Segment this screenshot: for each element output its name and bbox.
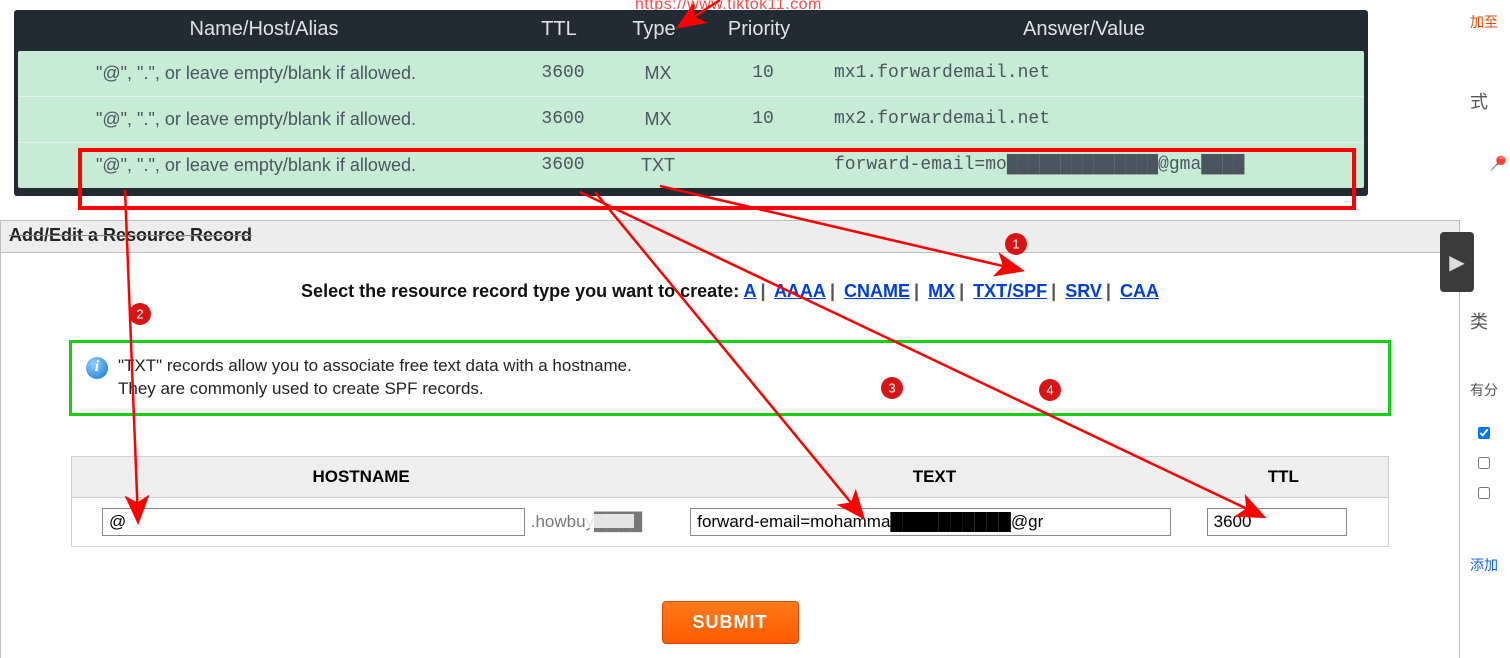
- col-header-name: Name/Host/Alias: [14, 10, 514, 51]
- table-row: "@", ".", or leave empty/blank if allowe…: [18, 142, 1364, 188]
- cell-priority: 10: [708, 51, 818, 96]
- form-header-ttl: TTL: [1179, 457, 1388, 497]
- cell-ttl: 3600: [518, 143, 608, 188]
- cell-answer: forward-email=mo██████████████@gma████: [818, 143, 1358, 188]
- cell-type: MX: [608, 97, 708, 142]
- dns-reference-body: "@", ".", or leave empty/blank if allowe…: [18, 51, 1364, 188]
- txt-info-text: "TXT" records allow you to associate fre…: [118, 355, 632, 401]
- gutter-frag: 加至: [1470, 12, 1498, 32]
- col-header-answer: Answer/Value: [814, 10, 1354, 51]
- cell-name: "@", ".", or leave empty/blank if allowe…: [18, 143, 518, 188]
- gutter-frag: 有分: [1470, 380, 1498, 400]
- hostname-input[interactable]: [102, 508, 525, 536]
- cell-name: "@", ".", or leave empty/blank if allowe…: [18, 51, 518, 96]
- record-type-prompt: Select the resource record type you want…: [301, 281, 739, 301]
- ttl-input[interactable]: [1207, 508, 1347, 536]
- record-type-txtspf[interactable]: TXT/SPF: [973, 281, 1047, 301]
- gutter-frag: 式: [1470, 88, 1488, 114]
- cell-priority: 10: [708, 97, 818, 142]
- cell-ttl: 3600: [518, 51, 608, 96]
- record-type-selector: Select the resource record type you want…: [1, 281, 1459, 302]
- hostname-suffix: .howbuy████: [531, 512, 643, 532]
- form-header-text: TEXT: [650, 457, 1178, 497]
- side-expand-button[interactable]: ▶: [1440, 232, 1474, 292]
- dns-reference-header: Name/Host/Alias TTL Type Priority Answer…: [14, 10, 1368, 51]
- gutter-frag: 类: [1470, 308, 1488, 334]
- record-type-a[interactable]: A: [744, 281, 757, 301]
- table-row: "@", ".", or leave empty/blank if allowe…: [18, 51, 1364, 96]
- col-header-priority: Priority: [704, 10, 814, 51]
- gutter-checkbox[interactable]: [1478, 427, 1490, 439]
- record-type-caa[interactable]: CAA: [1120, 281, 1159, 301]
- col-header-type: Type: [604, 10, 704, 51]
- txt-info-box: "TXT" records allow you to associate fre…: [69, 340, 1391, 416]
- cell-type: TXT: [608, 143, 708, 188]
- pin-icon[interactable]: 📍: [1482, 149, 1510, 180]
- record-type-aaaa[interactable]: AAAA: [774, 281, 826, 301]
- panel-title: Add/Edit a Resource Record: [1, 221, 1459, 253]
- text-input[interactable]: [690, 508, 1170, 536]
- dns-reference-card: Name/Host/Alias TTL Type Priority Answer…: [14, 10, 1368, 196]
- table-row: "@", ".", or leave empty/blank if allowe…: [18, 96, 1364, 142]
- cell-ttl: 3600: [518, 97, 608, 142]
- cell-answer: mx2.forwardemail.net: [818, 97, 1358, 142]
- col-header-ttl: TTL: [514, 10, 604, 51]
- gutter-checkbox[interactable]: [1478, 457, 1490, 469]
- record-type-cname[interactable]: CNAME: [844, 281, 910, 301]
- record-form-table: HOSTNAME TEXT TTL .howbuy████: [71, 456, 1389, 547]
- form-header-hostname: HOSTNAME: [72, 457, 650, 497]
- gutter-frag[interactable]: 添加: [1470, 555, 1498, 575]
- submit-button[interactable]: SUBMIT: [662, 601, 799, 644]
- info-icon: [86, 357, 108, 379]
- cell-name: "@", ".", or leave empty/blank if allowe…: [18, 97, 518, 142]
- cell-type: MX: [608, 51, 708, 96]
- add-edit-record-panel: Add/Edit a Resource Record Select the re…: [0, 220, 1460, 658]
- gutter-checkbox[interactable]: [1478, 487, 1490, 499]
- record-type-srv[interactable]: SRV: [1065, 281, 1102, 301]
- record-type-mx[interactable]: MX: [928, 281, 955, 301]
- cell-priority: [708, 143, 818, 188]
- cell-answer: mx1.forwardemail.net: [818, 51, 1358, 96]
